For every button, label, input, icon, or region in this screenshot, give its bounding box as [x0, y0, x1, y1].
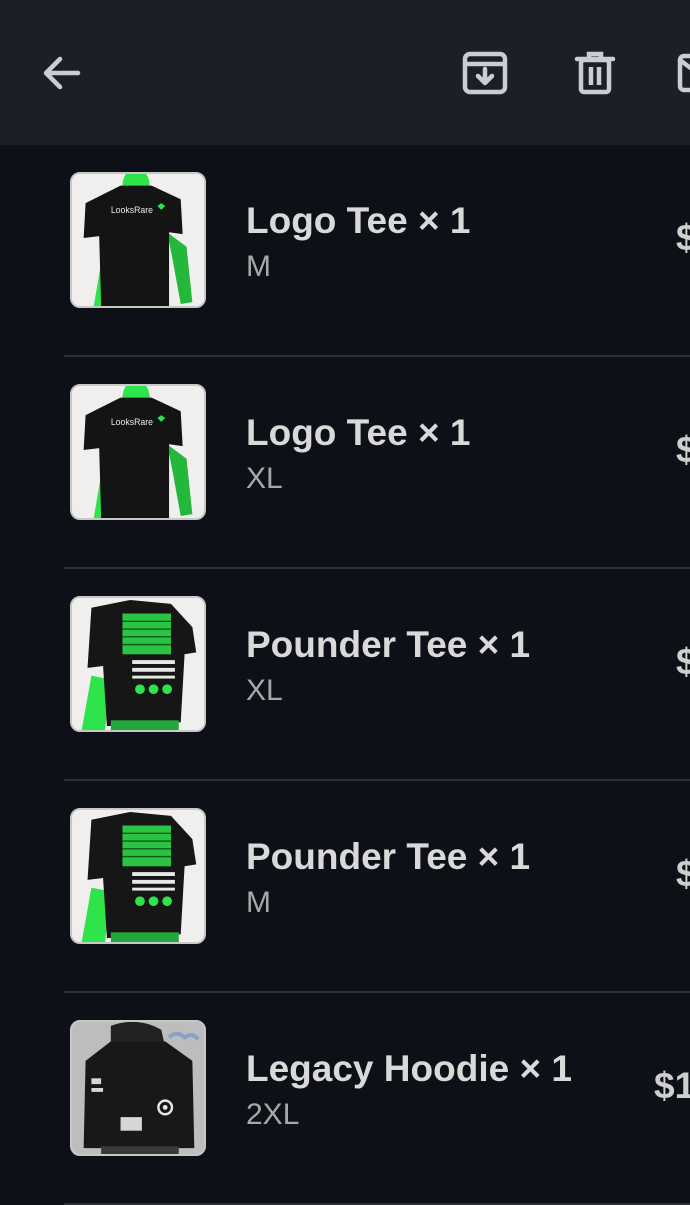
item-title: Logo Tee × 1	[246, 412, 471, 453]
top-app-bar	[0, 0, 690, 145]
item-title: Legacy Hoodie × 1	[246, 1048, 572, 1089]
list-item[interactable]: Pounder Tee × 1 XL $	[0, 569, 690, 781]
item-title: Logo Tee × 1	[246, 200, 471, 241]
brand-text: LooksRare	[111, 205, 153, 215]
list-item[interactable]: LooksRare Logo Tee × 1 XL $	[0, 357, 690, 569]
brand-text: LooksRare	[111, 417, 153, 427]
item-size: M	[246, 250, 271, 283]
trash-icon[interactable]	[568, 46, 622, 100]
product-image-logo-tee: LooksRare	[70, 384, 206, 520]
product-image-legacy-hoodie	[70, 1020, 206, 1156]
product-image-logo-tee: LooksRare	[70, 172, 206, 308]
item-price: $	[676, 429, 690, 470]
list-item[interactable]: Legacy Hoodie × 1 2XL $1	[0, 993, 690, 1205]
product-image-pounder-tee	[70, 596, 206, 732]
item-price: $	[676, 217, 690, 258]
list-item[interactable]: Pounder Tee × 1 M $	[0, 781, 690, 993]
item-title: Pounder Tee × 1	[246, 624, 531, 665]
mail-icon[interactable]	[674, 46, 690, 100]
item-price: $	[676, 641, 690, 682]
item-size: XL	[246, 462, 283, 495]
item-title: Pounder Tee × 1	[246, 836, 531, 877]
item-price: $	[676, 853, 690, 894]
item-price: $1	[654, 1065, 690, 1106]
list-item[interactable]: LooksRare Logo Tee × 1 M $	[0, 145, 690, 357]
item-size: XL	[246, 674, 283, 707]
product-image-pounder-tee	[70, 808, 206, 944]
item-size: 2XL	[246, 1098, 300, 1131]
item-size: M	[246, 886, 271, 919]
arrow-left-icon[interactable]	[36, 48, 86, 98]
archive-download-icon[interactable]	[458, 46, 512, 100]
order-items-list: LooksRare Logo Tee × 1 M $ LooksRare Log…	[0, 145, 690, 1205]
